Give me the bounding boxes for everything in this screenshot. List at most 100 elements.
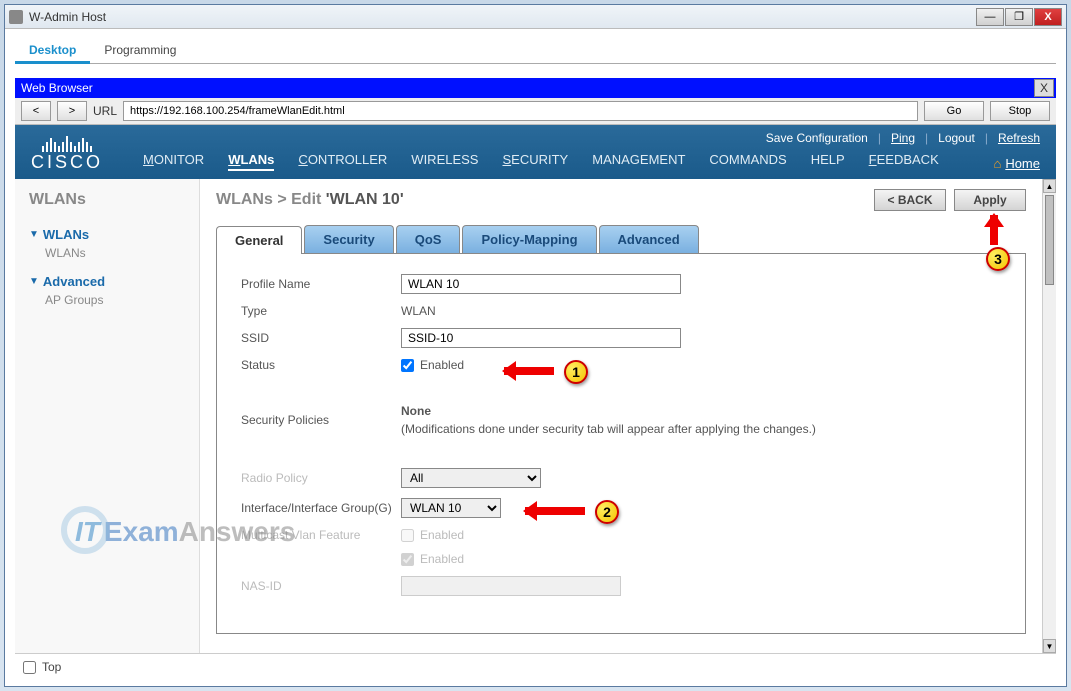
crumb-wlan10: 'WLAN 10' xyxy=(326,191,404,208)
sidebar-head-advanced[interactable]: ▼ Advanced xyxy=(29,274,185,289)
window-title: W-Admin Host xyxy=(29,10,976,24)
nav-back-button[interactable]: < xyxy=(21,101,51,121)
main-area: WLANs > Edit 'WLAN 10' < BACK Apply Gene… xyxy=(200,179,1042,653)
sidebar-title: WLANs xyxy=(29,191,185,209)
minimize-button[interactable]: — xyxy=(976,8,1004,26)
home-text: Home xyxy=(1005,156,1040,171)
nav-feedback[interactable]: FEEDBACK xyxy=(869,152,939,171)
nav-commands[interactable]: COMMANDS xyxy=(709,152,786,171)
home-link[interactable]: ⌂ Home xyxy=(993,156,1040,171)
content-wrap: WLANs ▼ WLANs WLANs ▼ Advanced AP Groups xyxy=(15,179,1056,653)
label-top: Top xyxy=(42,660,61,674)
crumb-edit: Edit xyxy=(291,191,326,208)
url-label: URL xyxy=(93,104,117,118)
label-secpol: Security Policies xyxy=(241,413,401,427)
refresh-link[interactable]: Refresh xyxy=(998,131,1040,145)
arrow-3 xyxy=(990,215,998,245)
logout-link[interactable]: Logout xyxy=(938,131,975,145)
row-ssid: SSID xyxy=(241,328,1001,348)
sidebar-item-wlans[interactable]: WLANs xyxy=(29,242,185,260)
arrow-1 xyxy=(504,367,554,375)
sidebar-head-wlans-label: WLANs xyxy=(43,227,89,242)
tab-body-general: Profile Name Type WLAN SSID Status xyxy=(216,254,1026,634)
top-menu: MONITOR WLANs CONTROLLER WIRELESS SECURI… xyxy=(143,152,939,179)
cisco-text: CISCO xyxy=(31,152,103,173)
ping-link[interactable]: Ping xyxy=(891,131,915,145)
arrow-2 xyxy=(525,507,585,515)
url-input[interactable] xyxy=(123,101,918,121)
close-button[interactable]: X xyxy=(1034,8,1062,26)
scroll-thumb[interactable] xyxy=(1045,195,1054,285)
breadcrumb: WLANs > Edit 'WLAN 10' xyxy=(216,191,874,209)
row-interface-group: Interface/Interface Group(G) WLAN 10 xyxy=(241,498,1001,518)
sidebar-section-wlans: ▼ WLANs WLANs xyxy=(29,227,185,260)
tab-qos[interactable]: QoS xyxy=(396,225,461,253)
input-profile-name[interactable] xyxy=(401,274,681,294)
nav-management[interactable]: MANAGEMENT xyxy=(592,152,685,171)
tab-advanced[interactable]: Advanced xyxy=(599,225,699,253)
input-nasid xyxy=(401,576,621,596)
back-button[interactable]: < BACK xyxy=(874,189,946,211)
checkbox-top[interactable] xyxy=(23,661,36,674)
row-multicast: Multicast Vlan Feature Enabled xyxy=(241,528,1001,542)
maximize-button[interactable]: ❐ xyxy=(1005,8,1033,26)
row-profile-name: Profile Name xyxy=(241,274,1001,294)
sidebar-section-advanced: ▼ Advanced AP Groups xyxy=(29,274,185,307)
row-type: Type WLAN xyxy=(241,304,1001,318)
scroll-down-button[interactable]: ▼ xyxy=(1043,639,1056,653)
select-interface-group[interactable]: WLAN 10 xyxy=(401,498,501,518)
app-icon xyxy=(9,10,23,24)
label-interface-group: Interface/Interface Group(G) xyxy=(241,501,401,515)
tab-general[interactable]: General xyxy=(216,226,302,254)
sidebar-item-apgroups[interactable]: AP Groups xyxy=(29,289,185,307)
row-status: Status Enabled xyxy=(241,358,1001,372)
inner-body: Desktop Programming Web Browser X < > UR… xyxy=(5,29,1066,686)
browser-header: Web Browser X xyxy=(15,78,1056,98)
save-config-link[interactable]: Save Configuration xyxy=(766,131,868,145)
select-radio-policy[interactable]: All xyxy=(401,468,541,488)
chevron-down-icon: ▼ xyxy=(29,229,39,240)
tab-policy-mapping[interactable]: Policy-Mapping xyxy=(462,225,596,253)
crumb-root: WLANs > xyxy=(216,191,291,208)
sidebar-head-wlans[interactable]: ▼ WLANs xyxy=(29,227,185,242)
nav-security[interactable]: SECURITY xyxy=(502,152,568,171)
scroll-up-button[interactable]: ▲ xyxy=(1043,179,1056,193)
nav-help[interactable]: HELP xyxy=(811,152,845,171)
bottom-bar: Top xyxy=(15,653,1056,680)
tab-programming[interactable]: Programming xyxy=(90,39,190,63)
callout-3: 3 xyxy=(986,247,1010,271)
home-icon: ⌂ xyxy=(993,156,1001,171)
tab-desktop[interactable]: Desktop xyxy=(15,39,90,63)
row-broadcast: Enabled xyxy=(241,552,1001,566)
label-type: Type xyxy=(241,304,401,318)
tab-security[interactable]: Security xyxy=(304,225,393,253)
app-tabs: Desktop Programming xyxy=(15,39,1056,64)
nav-forward-button[interactable]: > xyxy=(57,101,87,121)
nav-wlans[interactable]: WLANs xyxy=(228,152,274,171)
nav-controller[interactable]: CONTROLLER xyxy=(298,152,387,171)
nav-monitor[interactable]: MONITOR xyxy=(143,152,204,171)
browser-close-button[interactable]: X xyxy=(1034,79,1054,97)
text-status-enabled: Enabled xyxy=(420,358,464,372)
note-secpol: (Modifications done under security tab w… xyxy=(401,422,816,436)
checkbox-broadcast xyxy=(401,553,414,566)
sidebar: WLANs ▼ WLANs WLANs ▼ Advanced AP Groups xyxy=(15,179,200,653)
browser-navbar: < > URL Go Stop xyxy=(15,98,1056,125)
callout-1: 1 xyxy=(564,360,588,384)
checkbox-status-enabled[interactable] xyxy=(401,359,414,372)
input-ssid[interactable] xyxy=(401,328,681,348)
checkbox-multicast xyxy=(401,529,414,542)
window-controls: — ❐ X xyxy=(976,8,1062,26)
nav-wireless[interactable]: WIRELESS xyxy=(411,152,478,171)
row-nasid: NAS-ID xyxy=(241,576,1001,596)
row-radio-policy: Radio Policy All xyxy=(241,468,1001,488)
text-multicast: Enabled xyxy=(420,528,464,542)
window-frame: W-Admin Host — ❐ X Desktop Programming W… xyxy=(4,4,1067,687)
stop-button[interactable]: Stop xyxy=(990,101,1050,121)
label-profile-name: Profile Name xyxy=(241,277,401,291)
go-button[interactable]: Go xyxy=(924,101,984,121)
label-multicast: Multicast Vlan Feature xyxy=(241,528,401,542)
scrollbar: ▲ ▼ xyxy=(1042,179,1056,653)
label-radio-policy: Radio Policy xyxy=(241,471,401,485)
value-type: WLAN xyxy=(401,304,436,318)
